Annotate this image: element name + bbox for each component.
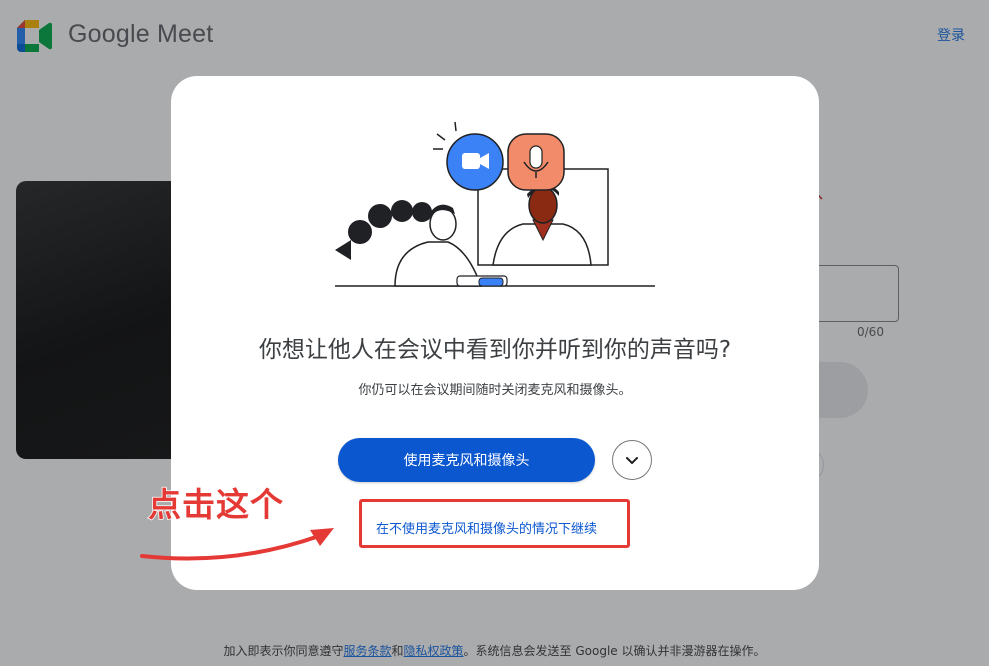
more-options-button[interactable]	[612, 440, 652, 480]
chevron-down-icon	[626, 457, 638, 464]
dialog-subtitle: 你仍可以在会议期间随时关闭麦克风和摄像头。	[358, 383, 632, 398]
use-mic-and-camera-button[interactable]: 使用麦克风和摄像头	[338, 438, 595, 482]
annotation-highlight-box	[359, 499, 630, 548]
annotation-arrow-icon	[140, 528, 334, 561]
people-call-illustration	[335, 121, 655, 287]
dialog-title: 你想让他人在会议中看到你并听到你的声音吗?	[258, 337, 732, 363]
